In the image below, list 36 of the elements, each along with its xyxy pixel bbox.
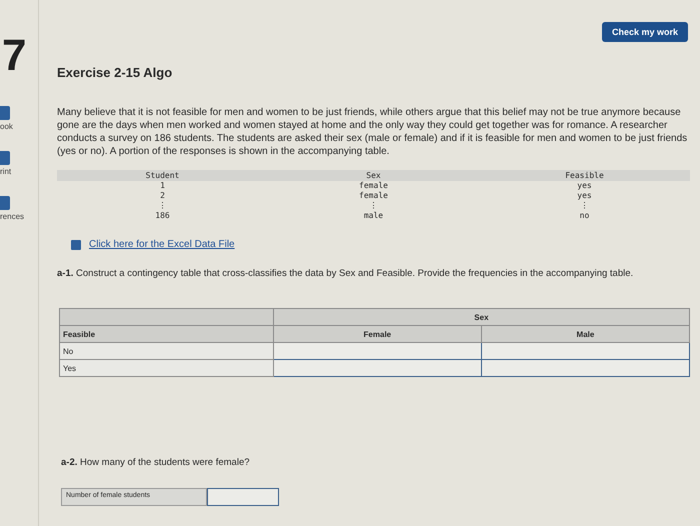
intro-paragraph: Many believe that it is not feasible for men and women to be just friends, while others argue that this belief may not be true anymore because gone are the days when men worked and women stayed at home and the only way they could get together was for romance. A researcher conducts a survey on 186 students. The students are asked their sex (male or female) and if it is feasible for men and women to be just friends (yes or no). A portion of the responses is shown in the accompanying table. <box>57 106 688 158</box>
question-text: a-2. How many of the students were female? <box>61 457 251 468</box>
check-my-work-button[interactable]: Check my work <box>602 22 688 42</box>
answer-field[interactable] <box>273 360 482 376</box>
table-cell: female <box>268 181 479 191</box>
column-header: Sex <box>268 170 479 181</box>
group-header: Sex <box>273 308 690 326</box>
column-header: Female <box>273 326 482 342</box>
question-number: 7 <box>2 30 28 82</box>
row-header: Feasible <box>60 326 274 342</box>
table-cell-text: ⋮ <box>158 201 168 211</box>
row-label: No <box>60 342 274 360</box>
table-cell-text: 186 <box>154 211 171 221</box>
table-cell-text: ⋮ <box>580 201 590 211</box>
table-cell-text: yes <box>576 191 593 201</box>
column-header: Feasible <box>479 170 690 181</box>
row-label: Yes <box>60 360 274 376</box>
answer-field[interactable] <box>273 342 482 360</box>
table-cell-text: ⋮ <box>368 201 378 211</box>
question-text: a-1. Construct a contingency table that cross-classifies the data by Sex and Feasible. Provide the frequencies in the accompanying table. <box>57 268 634 280</box>
table-cell-text: no <box>578 211 590 221</box>
column-header: Student <box>57 170 268 181</box>
table-cell-text: female <box>358 191 389 201</box>
answer-field[interactable] <box>481 360 690 376</box>
sidebar-label[interactable]: ook <box>0 122 13 131</box>
excel-data-link[interactable]: Click here for the Excel Data File <box>89 239 235 250</box>
table-cell-text: male <box>362 211 384 221</box>
answer-field[interactable] <box>481 342 690 360</box>
sidebar-label[interactable]: rint <box>0 167 12 176</box>
table-cell: yes <box>479 181 690 191</box>
table-cell: 1 <box>57 181 268 191</box>
answer-field[interactable] <box>207 488 279 506</box>
column-header: Male <box>481 326 690 342</box>
table-cell-text: 2 <box>159 191 166 201</box>
exercise-title: Exercise 2-15 Algo <box>57 65 174 80</box>
sidebar-label[interactable]: rences <box>0 212 24 221</box>
